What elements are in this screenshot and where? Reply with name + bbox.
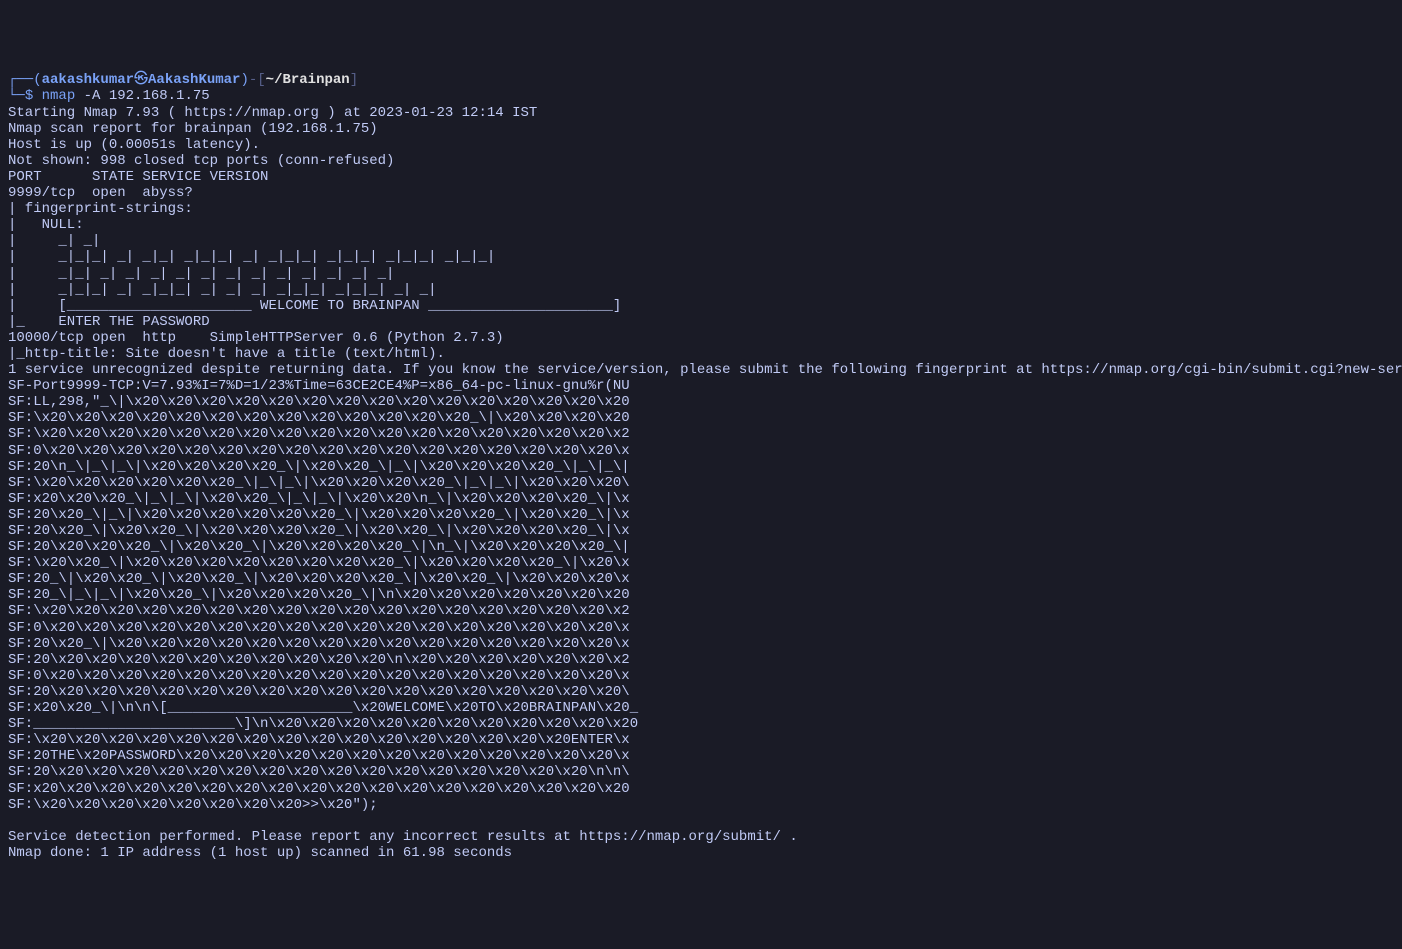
output-line: SF:20_\|\x20\x20_\|\x20\x20_\|\x20\x20\x… [8, 571, 630, 587]
output-line: SF:20\n_\|_\|_\|\x20\x20\x20\x20_\|\x20\… [8, 459, 630, 475]
output-line: SF:\x20\x20\x20\x20\x20\x20_\|_\|_\|\x20… [8, 475, 630, 491]
output-line: SF:\x20\x20\x20\x20\x20\x20\x20\x20\x20\… [8, 732, 630, 748]
output-line: | _|_|_| _| _|_| _|_|_| _| _|_|_| _|_|_|… [8, 249, 504, 265]
output-line: SF:20_\|_\|_\|\x20\x20_\|\x20\x20\x20\x2… [8, 587, 630, 603]
output-line: SF:\x20\x20_\|\x20\x20\x20\x20\x20\x20\x… [8, 555, 630, 571]
prompt-corner-tl: ┌──( [8, 72, 42, 88]
output-line: SF:0\x20\x20\x20\x20\x20\x20\x20\x20\x20… [8, 443, 630, 459]
output-line: 9999/tcp open abyss? [8, 185, 193, 201]
output-line: 1 service unrecognized despite returning… [8, 362, 1402, 378]
output-line: SF:20\x20_\|\x20\x20\x20\x20\x20\x20\x20… [8, 636, 630, 652]
output-line: SF:LL,298,"_\|\x20\x20\x20\x20\x20\x20\x… [8, 394, 630, 410]
prompt-host: AakashKumar [148, 72, 240, 88]
output-line: SF:20\x20_\|_\|\x20\x20\x20\x20\x20\x20_… [8, 507, 630, 523]
prompt-user: aakashkumar [42, 72, 134, 88]
output-line: | NULL: [8, 217, 92, 233]
output-line: | _|_|_| _| _|_|_| _| _| _| _|_|_| _|_|_… [8, 282, 445, 298]
output-line: |_ ENTER THE PASSWORD [8, 314, 210, 330]
prompt-corner-bl: └─ [8, 88, 25, 104]
output-line: Not shown: 998 closed tcp ports (conn-re… [8, 153, 394, 169]
terminal-window[interactable]: ┌──(aakashkumar㉿AakashKumar)-[~/Brainpan… [8, 72, 1394, 861]
output-line: SF:20\x20\x20\x20\x20\x20\x20\x20\x20\x2… [8, 652, 630, 668]
output-line: SF:0\x20\x20\x20\x20\x20\x20\x20\x20\x20… [8, 620, 630, 636]
output-line: Starting Nmap 7.93 ( https://nmap.org ) … [8, 105, 537, 121]
output-line: | _| _| [8, 233, 109, 249]
output-line: SF-Port9999-TCP:V=7.93%I=7%D=1/23%Time=6… [8, 378, 630, 394]
output-line: SF:20\x20\x20\x20\x20\x20\x20\x20\x20\x2… [8, 764, 630, 780]
output-line: SF:20\x20_\|\x20\x20_\|\x20\x20\x20\x20_… [8, 523, 630, 539]
output-line: SF:20\x20\x20\x20_\|\x20\x20_\|\x20\x20\… [8, 539, 630, 555]
output-line: | _|_| _| _| _| _| _| _| _| _| _| _| _| … [8, 266, 403, 282]
command-args: -A 192.168.1.75 [75, 88, 209, 104]
output-line: SF:x20\x20\x20\x20\x20\x20\x20\x20\x20\x… [8, 781, 630, 797]
output-line: | [______________________ WELCOME TO BRA… [8, 298, 630, 314]
output-line: | fingerprint-strings: [8, 201, 201, 217]
command-name: nmap [42, 88, 76, 104]
prompt-line-1: ┌──(aakashkumar㉿AakashKumar)-[~/Brainpan… [8, 72, 358, 88]
prompt-path: ~/Brainpan [266, 72, 350, 88]
output-line: SF:\x20\x20\x20\x20\x20\x20\x20\x20\x20\… [8, 410, 630, 426]
output-line: 10000/tcp open http SimpleHTTPServer 0.6… [8, 330, 504, 346]
output-line: SF:\x20\x20\x20\x20\x20\x20\x20\x20>>\x2… [8, 797, 378, 813]
prompt-close-paren: ) [240, 72, 248, 88]
prompt-bracket-close: ] [350, 72, 358, 88]
prompt-at-symbol: ㉿ [134, 72, 148, 88]
output-line: SF:20\x20\x20\x20\x20\x20\x20\x20\x20\x2… [8, 684, 630, 700]
prompt-line-2: └─$ nmap -A 192.168.1.75 [8, 88, 210, 104]
output-line: Nmap done: 1 IP address (1 host up) scan… [8, 845, 512, 861]
prompt-bracket-open: [ [257, 72, 265, 88]
prompt-dash: - [249, 72, 257, 88]
prompt-dollar: $ [25, 88, 42, 104]
output-line: Host is up (0.00051s latency). [8, 137, 260, 153]
output-line: SF:x20\x20\x20_\|_\|_\|\x20\x20_\|_\|_\|… [8, 491, 630, 507]
output-line: SF:0\x20\x20\x20\x20\x20\x20\x20\x20\x20… [8, 668, 630, 684]
output-line: |_http-title: Site doesn't have a title … [8, 346, 445, 362]
output-line: SF:\x20\x20\x20\x20\x20\x20\x20\x20\x20\… [8, 603, 630, 619]
output-line: Nmap scan report for brainpan (192.168.1… [8, 121, 378, 137]
output-line: PORT STATE SERVICE VERSION [8, 169, 268, 185]
output-line: SF:________________________\]\n\x20\x20\… [8, 716, 638, 732]
output-line: SF:\x20\x20\x20\x20\x20\x20\x20\x20\x20\… [8, 426, 630, 442]
output-line: SF:20THE\x20PASSWORD\x20\x20\x20\x20\x20… [8, 748, 630, 764]
output-line: Service detection performed. Please repo… [8, 829, 798, 845]
output-line: SF:x20\x20_\|\n\n\[_____________________… [8, 700, 638, 716]
